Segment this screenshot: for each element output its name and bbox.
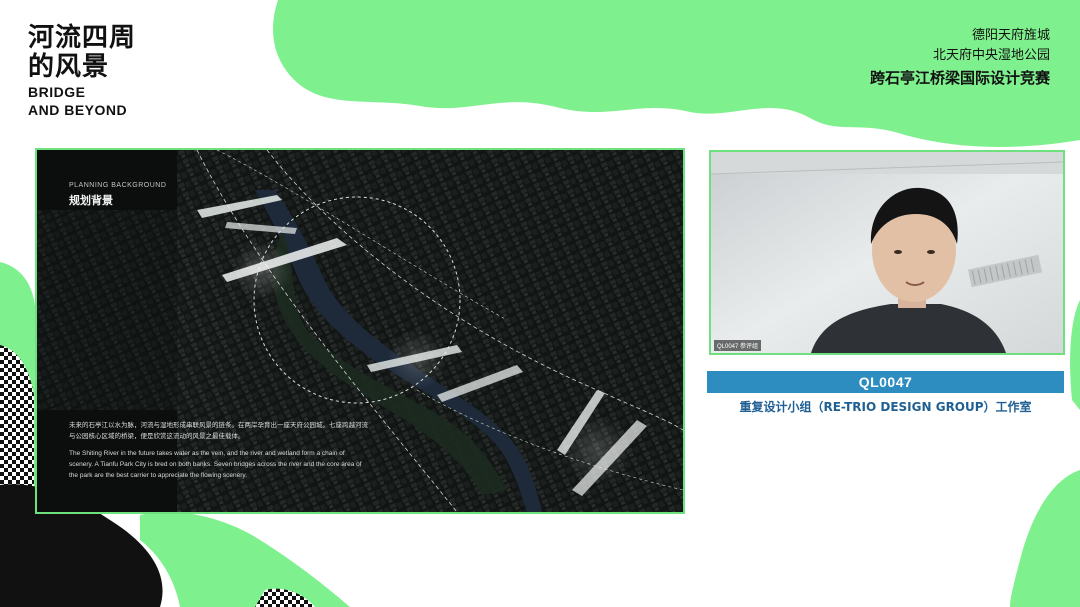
presenter-id-bar: QL0047 xyxy=(707,371,1064,393)
green-blob-right-mid xyxy=(1070,300,1080,410)
brand-title-cn-line2: 的风景 xyxy=(28,52,110,82)
event-title-line3: 跨石亭江桥梁国际设计竞赛 xyxy=(869,69,1050,87)
event-title-line1: 德阳天府旌城 xyxy=(971,28,1050,43)
event-title-line2: 北天府中央湿地公园 xyxy=(932,48,1050,63)
presenter-team-name: 重复设计小组（RE-TRIO DESIGN GROUP）工作室 xyxy=(739,400,1032,414)
presentation-slide: PLANNING BACKGROUND 规划背景 未来的石亭江以水为脉，河流与湿… xyxy=(35,148,685,514)
webcam-video: QL0047 参评组 xyxy=(709,150,1065,355)
brand-title-en-line2: AND BEYOND xyxy=(28,102,128,118)
green-blob-right xyxy=(1010,470,1080,607)
slide-description-en: The Shiting River in the future takes wa… xyxy=(69,450,362,479)
slide-description-cn: 未来的石亭江以水为脉，河流与湿地形成串联风景的链条。在两岸孕育出一座天府公园城。… xyxy=(69,421,368,440)
brand-title-cn-line1: 河流四周 xyxy=(28,23,137,53)
green-blob-bottom xyxy=(140,511,350,607)
slide-heading: 规划背景 xyxy=(69,194,113,207)
presenter-video-frame xyxy=(711,152,1063,353)
brand-title-en-line1: BRIDGE xyxy=(28,84,86,100)
webcam-name-tag: QL0047 参评组 xyxy=(714,340,762,351)
slide-kicker: PLANNING BACKGROUND xyxy=(69,182,167,189)
brand-logo: 河流四周 的风景 BRIDGE AND BEYOND xyxy=(28,23,137,119)
event-title: 德阳天府旌城 北天府中央湿地公园 跨石亭江桥梁国际设计竞赛 xyxy=(870,26,1050,90)
